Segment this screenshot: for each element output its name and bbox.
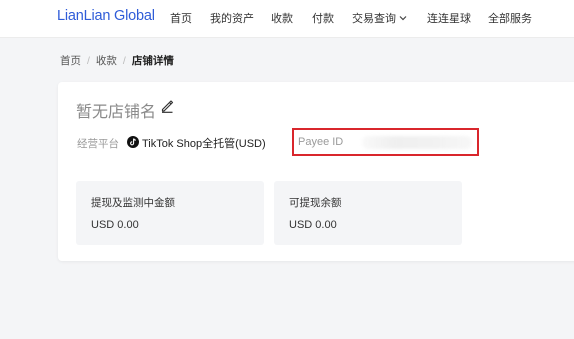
breadcrumb-separator: / — [87, 55, 90, 67]
nav-item-transactions[interactable]: 交易查询 — [352, 10, 407, 26]
nav-item-receive[interactable]: 收款 — [271, 10, 293, 26]
nav-item-all-services[interactable]: 全部服务 — [488, 10, 532, 26]
nav-item-pay[interactable]: 付款 — [312, 10, 334, 26]
nav-item-home[interactable]: 首页 — [170, 10, 192, 26]
breadcrumb: 首页 / 收款 / 店铺详情 — [60, 53, 174, 68]
store-name: 暂无店铺名 — [76, 104, 157, 121]
breadcrumb-separator: / — [122, 55, 126, 67]
pencil-icon[interactable] — [160, 99, 174, 113]
balance-card-withdrawable: 可提现余额 USD 0.00 — [274, 181, 462, 245]
breadcrumb-current: 店铺详情 — [131, 55, 174, 67]
nav-item-lianlian-planet[interactable]: 连连星球 — [427, 10, 471, 26]
platform-label: 经营平台 — [77, 138, 119, 150]
breadcrumb-receive[interactable]: 收款 — [96, 55, 117, 67]
balance-value: USD 0.00 — [289, 219, 337, 231]
nav-item-my-assets[interactable]: 我的资产 — [210, 10, 254, 26]
chevron-down-icon — [399, 15, 407, 20]
balance-title: 提现及监测中金额 — [91, 197, 175, 209]
platform-value: TikTok Shop全托管(USD) — [142, 138, 266, 150]
tiktok-icon — [127, 136, 139, 148]
brand-logo[interactable]: LianLian Global — [57, 8, 155, 24]
balance-title: 可提现余额 — [289, 197, 342, 209]
breadcrumb-home[interactable]: 首页 — [60, 55, 81, 67]
nav-item-transactions-label: 交易查询 — [352, 13, 396, 25]
top-navigation-bar: LianLian Global 首页 我的资产 收款 付款 交易查询 连连星球 … — [0, 0, 574, 38]
balance-value: USD 0.00 — [91, 219, 139, 231]
payee-id-label: Payee ID — [298, 136, 344, 148]
balance-card-monitoring: 提现及监测中金额 USD 0.00 — [76, 181, 264, 245]
payee-id-value-redacted — [362, 136, 472, 149]
